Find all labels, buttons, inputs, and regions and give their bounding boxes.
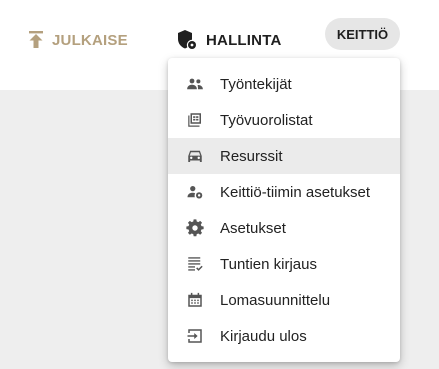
menu-item-label: Tuntien kirjaus <box>220 255 317 273</box>
admin-dropdown-menu: Työntekijät Työvuorolistat Resurssit Kei… <box>168 58 400 362</box>
menu-item-employees[interactable]: Työntekijät <box>168 66 400 102</box>
menu-item-time-tracking[interactable]: Tuntien kirjaus <box>168 246 400 282</box>
calendar-icon <box>185 290 205 310</box>
team-settings-icon <box>185 182 205 202</box>
menu-item-settings[interactable]: Asetukset <box>168 210 400 246</box>
menu-item-resources[interactable]: Resurssit <box>168 138 400 174</box>
menu-item-vacation-planning[interactable]: Lomasuunnittelu <box>168 282 400 318</box>
menu-item-team-settings[interactable]: Keittiö-tiimin asetukset <box>168 174 400 210</box>
menu-item-shift-lists[interactable]: Työvuorolistat <box>168 102 400 138</box>
menu-item-label: Kirjaudu ulos <box>220 327 307 345</box>
gear-icon <box>185 218 205 238</box>
menu-item-label: Työvuorolistat <box>220 111 313 129</box>
admin-menu-button[interactable]: HALLINTA <box>176 26 281 54</box>
shield-settings-icon <box>176 29 198 51</box>
menu-item-label: Keittiö-tiimin asetukset <box>220 183 371 201</box>
publish-label: JULKAISE <box>52 31 128 49</box>
shift-list-icon <box>185 110 205 130</box>
menu-item-label: Asetukset <box>220 219 286 237</box>
logout-icon <box>185 326 205 346</box>
menu-item-label: Resurssit <box>220 147 283 165</box>
upload-icon <box>28 31 44 49</box>
checklist-icon <box>185 254 205 274</box>
menu-item-logout[interactable]: Kirjaudu ulos <box>168 318 400 354</box>
menu-item-label: Lomasuunnittelu <box>220 291 331 309</box>
publish-button[interactable]: JULKAISE <box>28 26 128 54</box>
people-icon <box>185 74 205 94</box>
menu-item-label: Työntekijät <box>220 75 292 93</box>
car-icon <box>185 146 205 166</box>
kitchen-label: KEITTIÖ <box>336 26 389 42</box>
admin-label: HALLINTA <box>206 31 282 49</box>
kitchen-chip[interactable]: KEITTIÖ <box>325 18 400 50</box>
